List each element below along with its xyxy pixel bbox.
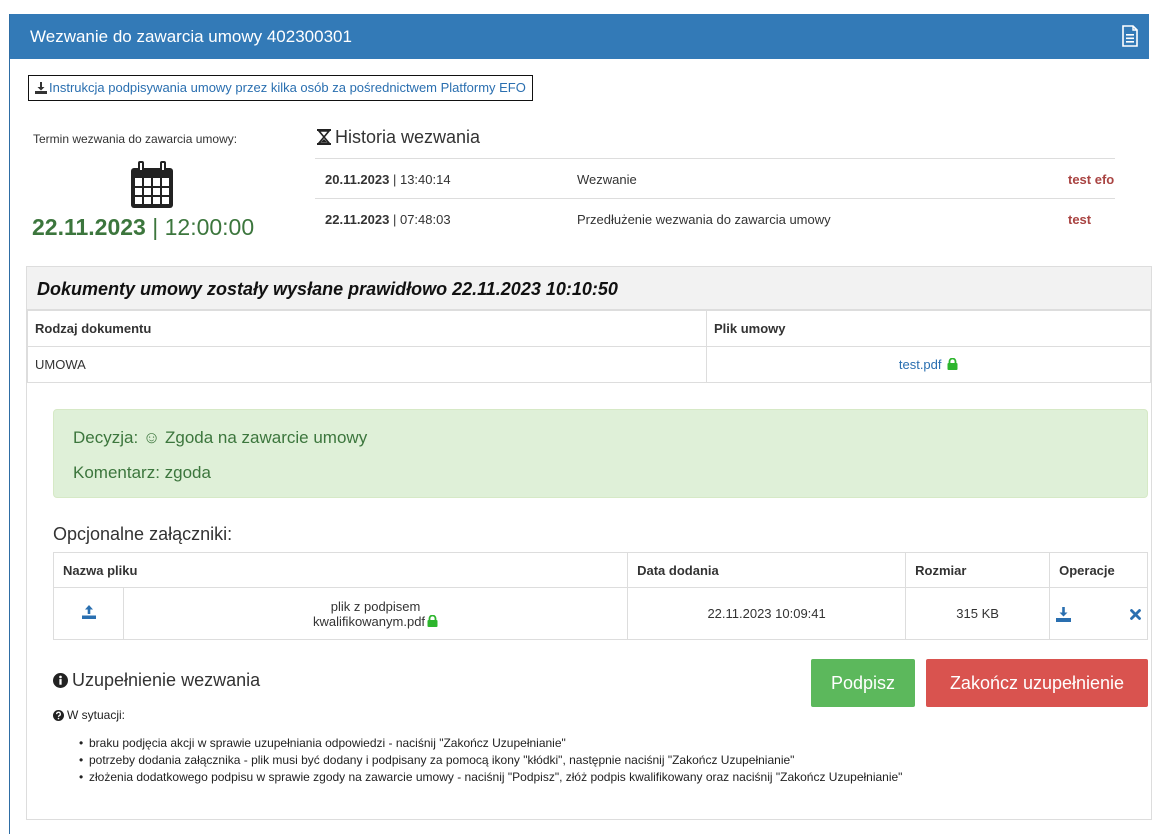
file-text-icon[interactable] (1121, 25, 1139, 47)
history-title: Historia wezwania (317, 127, 480, 148)
history-description: Wezwanie (577, 172, 637, 187)
history-table: 20.11.2023 | 13:40:14 Wezwanie test efo … (315, 158, 1115, 238)
history-user: test efo (1068, 172, 1115, 187)
attachment-date: 22.11.2023 10:09:41 (627, 587, 907, 640)
instructions-list: braku podjęcia akcji w sprawie uzupełnia… (79, 736, 902, 787)
deadline-label: Termin wezwania do zawarcia umowy: (33, 132, 238, 146)
attachment-name-line2: kwalifikowanym.pdf (124, 614, 627, 629)
attachment-name-line1: plik z podpisem (330, 598, 421, 614)
deadline-separator: | (152, 214, 159, 240)
info-icon (53, 673, 68, 688)
history-date: 22.11.2023 (325, 212, 390, 227)
history-time: 07:48:03 (399, 212, 451, 227)
history-date: 20.11.2023 (325, 172, 390, 187)
panel-header: Wezwanie do zawarcia umowy 402300301 (10, 14, 1149, 59)
situation-label-text: W sytuacji: (67, 708, 126, 722)
documents-table: Rodzaj dokumentu Plik umowy UMOWA test.p… (27, 310, 1151, 383)
document-type: UMOWA (27, 346, 707, 383)
table-header-row: Rodzaj dokumentu Plik umowy (27, 310, 1151, 347)
column-header: Rodzaj dokumentu (27, 310, 707, 347)
attachment-name-cell: plik z podpisem kwalifikowanym.pdf (122, 587, 629, 640)
documents-section: Dokumenty umowy zostały wysłane prawidło… (26, 266, 1152, 820)
hourglass-icon (317, 129, 331, 145)
upload-cell (53, 587, 124, 640)
delete-icon[interactable] (1129, 608, 1141, 620)
attachment-file-name: kwalifikowanym.pdf (313, 613, 426, 629)
column-header: Rozmiar (905, 552, 1051, 588)
list-item: złożenia dodatkowego podpisu w sprawie z… (79, 770, 902, 787)
question-icon (53, 710, 64, 721)
column-header: Nazwa pliku (52, 552, 629, 588)
completion-title-text: Uzupełnienie wezwania (72, 670, 261, 690)
completion-title: Uzupełnienie wezwania (53, 670, 260, 691)
decision-alert: Decyzja: ☺ Zgoda na zawarcie umowy Komen… (53, 409, 1148, 498)
history-description: Przedłużenie wezwania do zawarcia umowy (577, 212, 831, 227)
lock-icon[interactable] (947, 358, 958, 370)
comment-text: Komentarz: zgoda (73, 463, 211, 482)
attachment-size: 315 KB (905, 587, 1051, 640)
instruction-link[interactable]: Instrukcja podpisywania umowy przez kilk… (28, 75, 533, 101)
history-time: 13:40:14 (399, 172, 451, 187)
upload-icon[interactable] (81, 605, 96, 619)
list-item: potrzeby dodania załącznika - plik musi … (79, 753, 902, 770)
history-user: test (1068, 212, 1092, 227)
finish-completion-button[interactable]: Zakończ uzupełnienie (926, 659, 1148, 707)
column-header: Operacje (1049, 552, 1148, 588)
history-row: 20.11.2023 | 13:40:14 Wezwanie test efo (315, 158, 1115, 198)
attachments-title: Opcjonalne załączniki: (53, 524, 233, 544)
attachments-table: Nazwa pliku Data dodania Rozmiar Operacj… (52, 552, 1148, 640)
history-row: 22.11.2023 | 07:48:03 Przedłużenie wezwa… (315, 198, 1115, 238)
panel-title: Wezwanie do zawarcia umowy 402300301 (30, 27, 352, 46)
documents-heading: Dokumenty umowy zostały wysłane prawidło… (37, 279, 618, 299)
contract-file-link[interactable]: test.pdf (899, 357, 942, 372)
list-item: braku podjęcia akcji w sprawie uzupełnia… (79, 736, 902, 753)
documents-heading-bar: Dokumenty umowy zostały wysłane prawidło… (27, 267, 1151, 310)
sign-button[interactable]: Podpisz (811, 659, 915, 707)
download-icon (35, 82, 47, 94)
table-row: plik z podpisem kwalifikowanym.pdf 22.11… (53, 587, 1148, 640)
decision-text: Decyzja: ☺ Zgoda na zawarcie umowy (73, 428, 368, 447)
situation-label: W sytuacji: (53, 708, 125, 722)
table-header-row: Nazwa pliku Data dodania Rozmiar Operacj… (52, 552, 1148, 588)
column-header: Data dodania (627, 552, 907, 588)
calendar-icon (131, 161, 173, 208)
summons-panel: Wezwanie do zawarcia umowy 402300301 Ins… (9, 14, 1152, 834)
instruction-link-label: Instrukcja podpisywania umowy przez kilk… (49, 80, 526, 95)
table-row: UMOWA test.pdf (27, 346, 1151, 383)
contract-file-cell: test.pdf (706, 346, 1151, 383)
history-title-text: Historia wezwania (335, 127, 481, 147)
deadline-date: 22.11.2023 (32, 214, 146, 240)
deadline-datetime: 22.11.2023 | 12:00:00 (32, 214, 254, 241)
lock-icon[interactable] (427, 614, 438, 627)
history-datetime: 22.11.2023 | 07:48:03 (325, 212, 451, 227)
deadline-time: 12:00:00 (164, 214, 255, 240)
column-header: Plik umowy (706, 310, 1151, 347)
download-icon[interactable] (1056, 606, 1072, 622)
attachment-operations (1049, 587, 1148, 640)
history-datetime: 20.11.2023 | 13:40:14 (325, 172, 451, 187)
